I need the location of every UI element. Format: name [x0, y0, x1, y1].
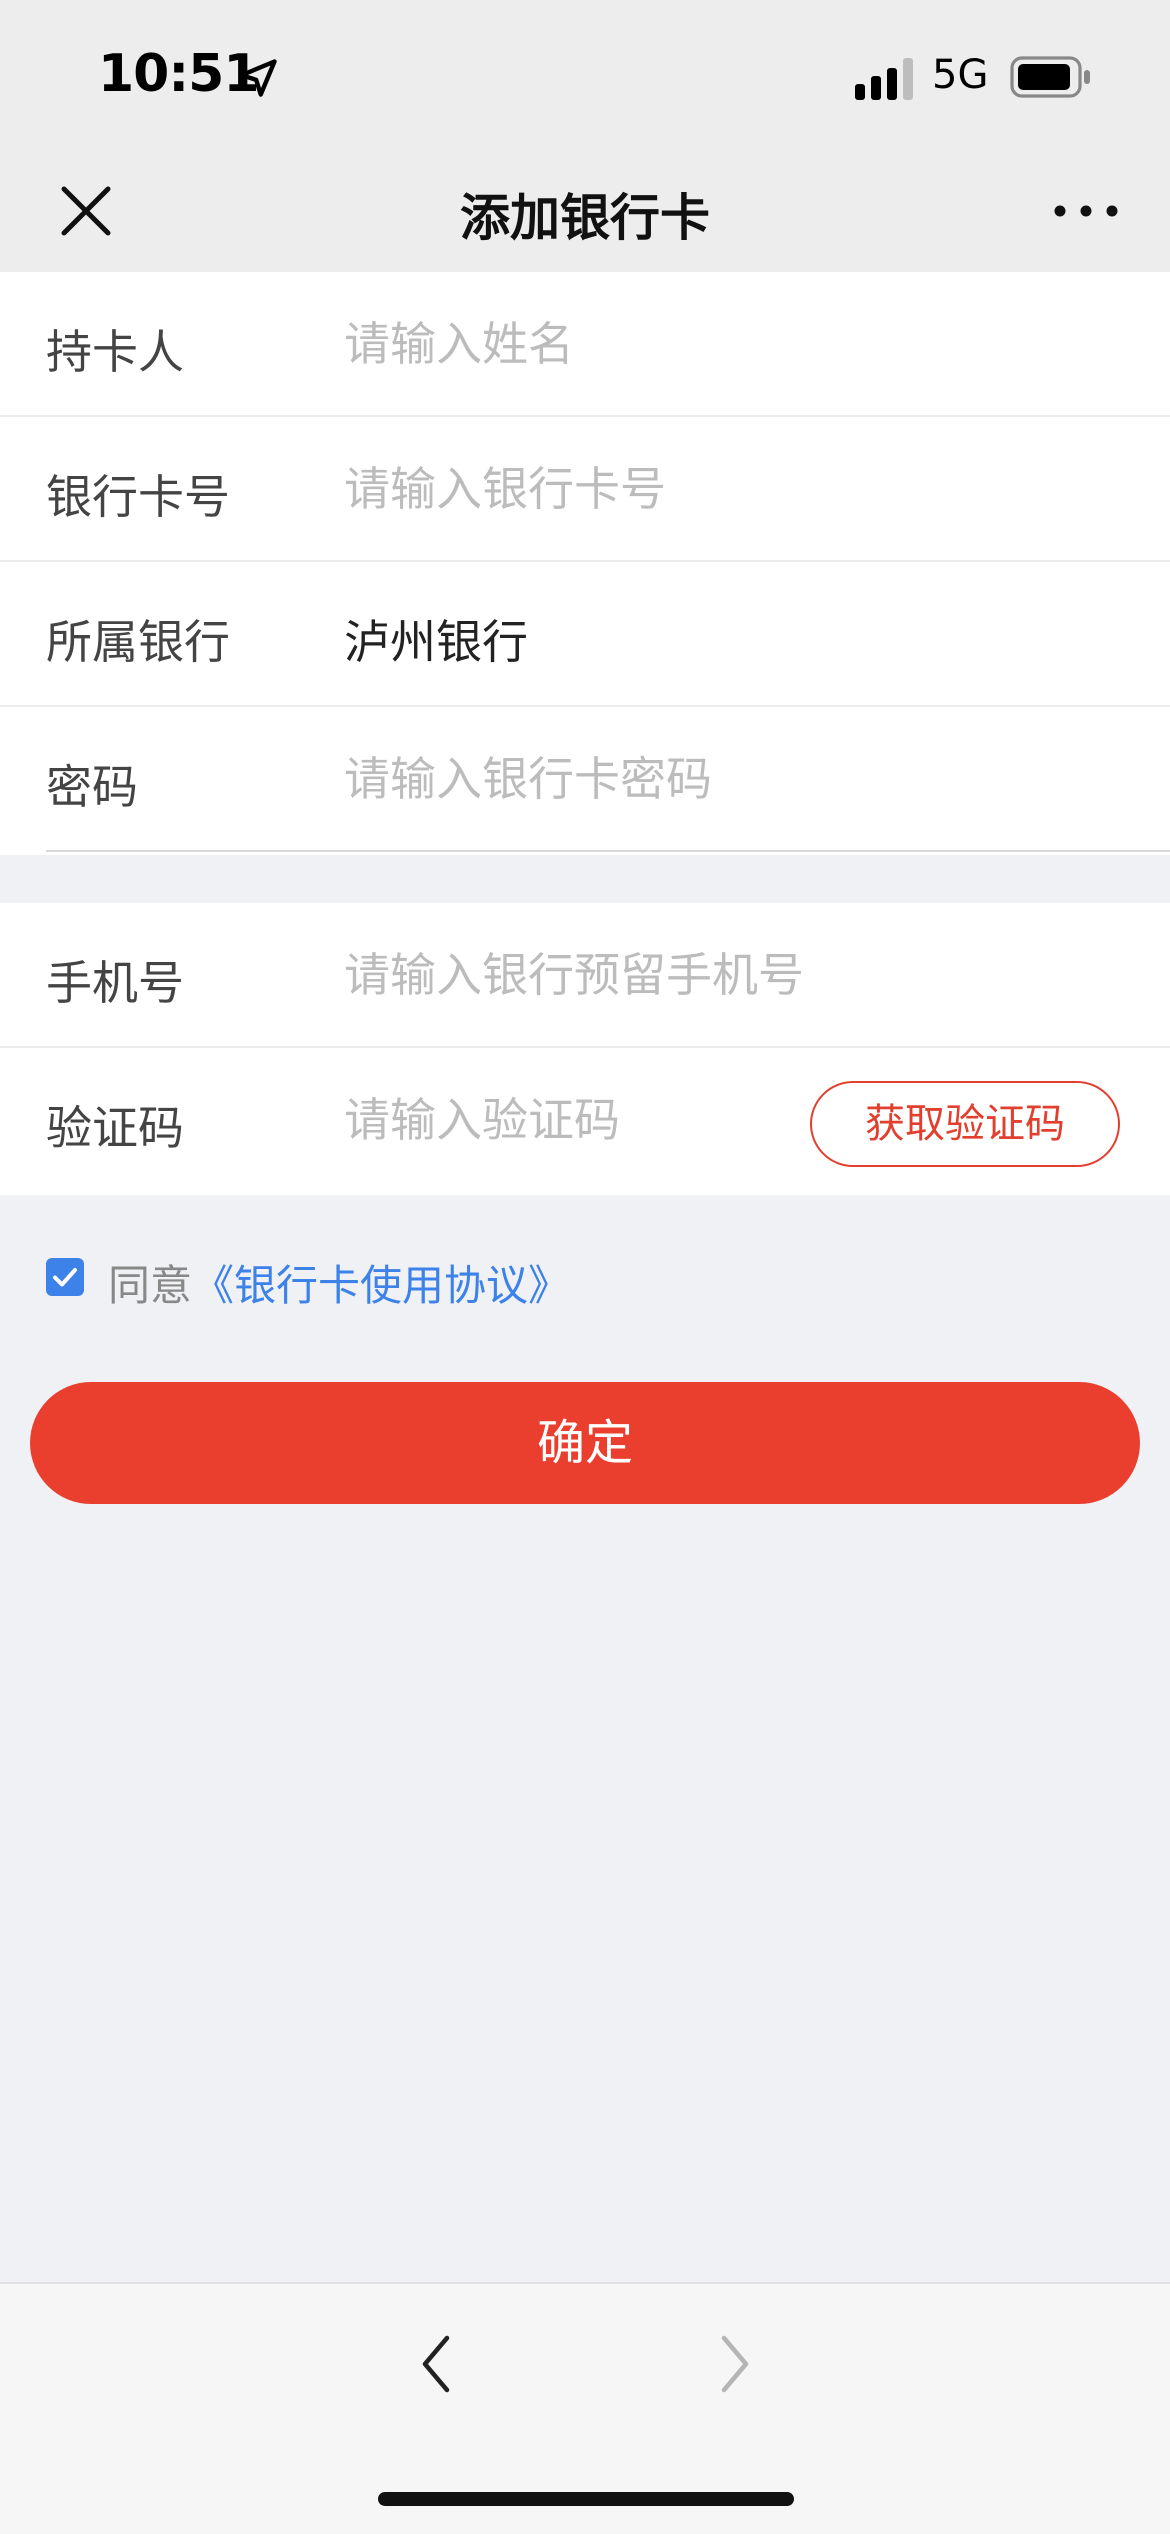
signal-icon — [855, 58, 913, 100]
bank-label: 所属银行 — [46, 615, 230, 669]
phone-verify-group: 手机号 验证码 获取验证码 — [0, 903, 1170, 1195]
more-icon[interactable] — [1046, 175, 1126, 247]
page-title: 添加银行卡 — [460, 189, 710, 247]
holder-row: 持卡人 — [0, 272, 1170, 417]
holder-input[interactable] — [344, 306, 1104, 382]
phone-input[interactable] — [344, 937, 1104, 1013]
code-row: 验证码 获取验证码 — [0, 1048, 1170, 1193]
status-time: 10:51 — [98, 44, 260, 104]
agreement-prefix: 同意 — [108, 1261, 193, 1310]
phone-label: 手机号 — [46, 956, 184, 1010]
phone-row: 手机号 — [0, 903, 1170, 1048]
password-input[interactable] — [344, 741, 1104, 817]
card-number-row: 银行卡号 — [0, 417, 1170, 562]
code-input[interactable] — [344, 1082, 764, 1158]
confirm-button[interactable]: 确定 — [30, 1382, 1140, 1504]
location-arrow-icon — [239, 59, 277, 97]
card-number-label: 银行卡号 — [46, 470, 230, 524]
card-number-input[interactable] — [344, 451, 1104, 527]
card-info-group: 持卡人 银行卡号 所属银行 泸州银行 密码 — [0, 272, 1170, 855]
code-label: 验证码 — [46, 1101, 184, 1155]
network-type: 5G — [932, 52, 989, 98]
get-code-button[interactable]: 获取验证码 — [810, 1081, 1120, 1167]
back-arrow-icon[interactable] — [405, 2324, 465, 2404]
agreement-link[interactable]: 《银行卡使用协议》 — [192, 1252, 570, 1313]
browser-toolbar — [0, 2282, 1170, 2534]
home-indicator — [378, 2492, 794, 2506]
password-row: 密码 — [0, 707, 1170, 852]
bank-row[interactable]: 所属银行 泸州银行 — [0, 562, 1170, 707]
nav-bar: 添加银行卡 — [0, 150, 1170, 272]
status-bar: 10:51 5G — [0, 0, 1170, 150]
password-label: 密码 — [46, 760, 138, 814]
battery-icon — [1010, 56, 1090, 98]
holder-label: 持卡人 — [46, 325, 184, 379]
forward-arrow-icon[interactable] — [706, 2324, 766, 2404]
divider — [46, 850, 1170, 852]
checkbox-checked-icon[interactable] — [46, 1258, 84, 1296]
bank-value[interactable]: 泸州银行 — [344, 606, 528, 672]
